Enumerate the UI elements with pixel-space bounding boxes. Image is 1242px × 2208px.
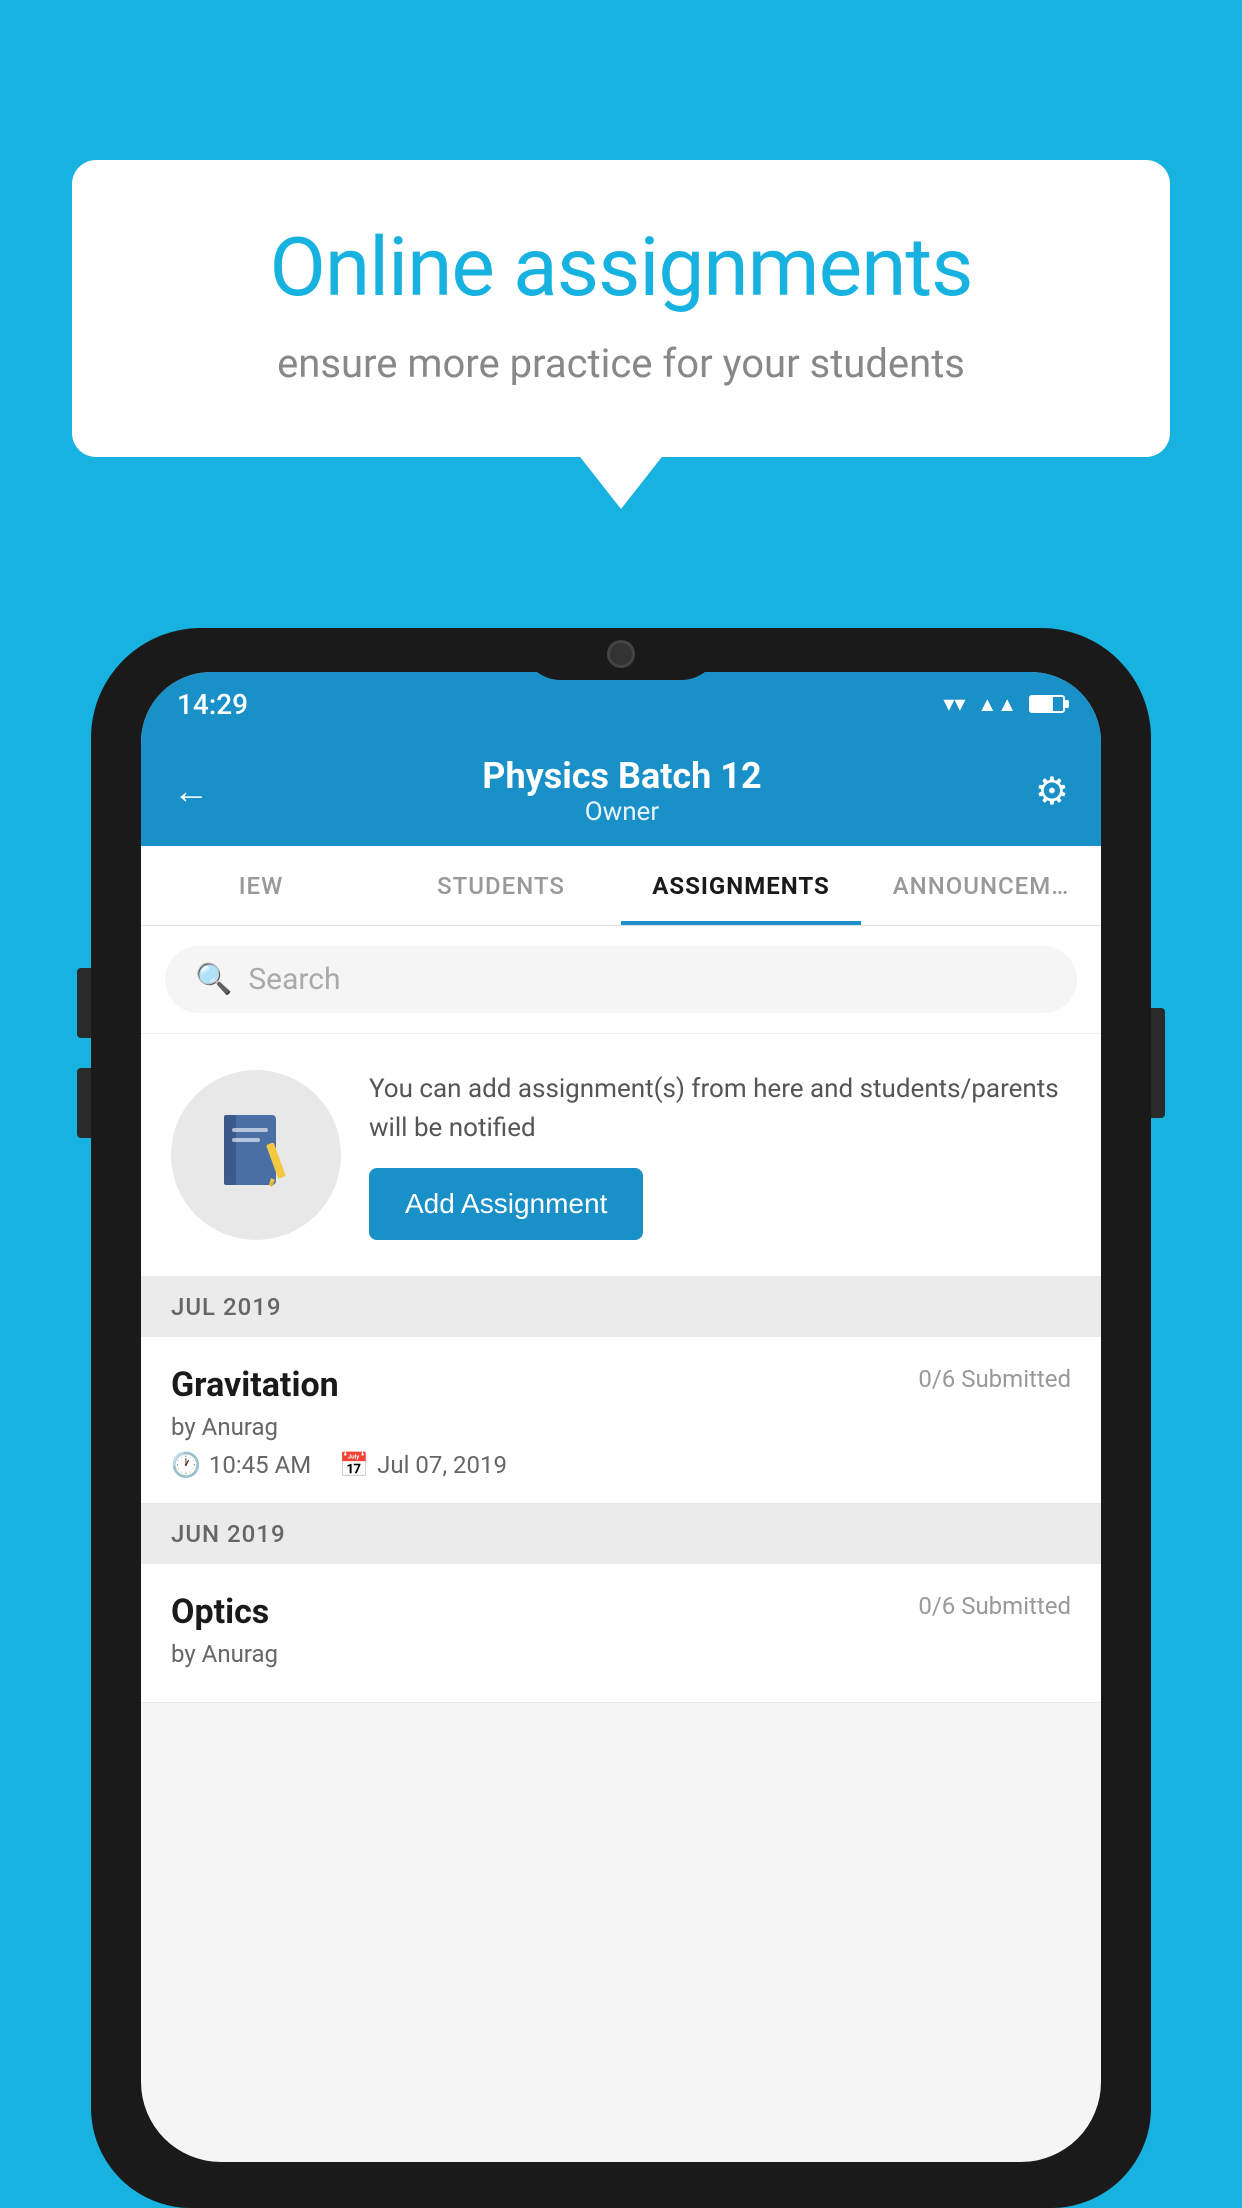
tab-assignments[interactable]: ASSIGNMENTS: [621, 846, 861, 925]
search-bar: 🔍 Search: [141, 926, 1101, 1034]
meta-time-gravitation: 🕐 10:45 AM: [171, 1451, 311, 1479]
assignment-row-top: Gravitation 0/6 Submitted: [171, 1365, 1071, 1405]
assignment-by-gravitation: by Anurag: [171, 1413, 1071, 1441]
app-header: ← Physics Batch 12 Owner ⚙: [141, 736, 1101, 846]
section-jul-label: JUL 2019: [171, 1293, 282, 1321]
battery-fill: [1031, 697, 1053, 711]
search-input-container[interactable]: 🔍 Search: [165, 946, 1077, 1013]
search-input[interactable]: Search: [248, 962, 340, 997]
speech-bubble-container: Online assignments ensure more practice …: [72, 160, 1170, 457]
assignment-name-gravitation: Gravitation: [171, 1365, 339, 1405]
speech-bubble-subtitle: ensure more practice for your students: [142, 340, 1100, 387]
phone-frame: 14:29 ▾▾ ▲▲ ← Physics Batch 12 Owner ⚙ I…: [91, 628, 1151, 2208]
assignment-item-optics[interactable]: Optics 0/6 Submitted by Anurag: [141, 1564, 1101, 1703]
back-button[interactable]: ←: [173, 770, 209, 812]
assignment-date-gravitation: Jul 07, 2019: [377, 1451, 507, 1479]
search-icon: 🔍: [195, 962, 232, 997]
phone-button-power: [1151, 1008, 1165, 1118]
phone-camera: [607, 640, 635, 668]
status-time: 14:29: [177, 688, 248, 721]
assignment-name-optics: Optics: [171, 1592, 269, 1632]
tabs-container: IEW STUDENTS ASSIGNMENTS ANNOUNCEM…: [141, 846, 1101, 926]
phone-button-vol-down: [77, 1068, 91, 1138]
add-assignment-button[interactable]: Add Assignment: [369, 1168, 643, 1240]
content-area: 🔍 Search: [141, 926, 1101, 1703]
tab-students[interactable]: STUDENTS: [381, 846, 621, 925]
header-subtitle: Owner: [209, 797, 1035, 827]
speech-bubble: Online assignments ensure more practice …: [72, 160, 1170, 457]
settings-icon[interactable]: ⚙: [1035, 769, 1069, 814]
speech-bubble-title: Online assignments: [142, 220, 1100, 316]
wifi-icon: ▾▾: [943, 692, 965, 717]
phone-screen: 14:29 ▾▾ ▲▲ ← Physics Batch 12 Owner ⚙ I…: [141, 672, 1101, 2162]
promo-text-area: You can add assignment(s) from here and …: [369, 1070, 1071, 1240]
battery-icon: [1029, 695, 1065, 713]
phone-notch: [521, 628, 721, 680]
section-jun-label: JUN 2019: [171, 1520, 286, 1548]
assignment-row-top-optics: Optics 0/6 Submitted: [171, 1592, 1071, 1632]
promo-banner: You can add assignment(s) from here and …: [141, 1034, 1101, 1277]
header-title-container: Physics Batch 12 Owner: [209, 755, 1035, 827]
notebook-icon: [216, 1110, 296, 1200]
meta-date-gravitation: 📅 Jul 07, 2019: [339, 1451, 507, 1479]
header-title: Physics Batch 12: [209, 755, 1035, 797]
section-jul-2019: JUL 2019: [141, 1277, 1101, 1337]
clock-icon: 🕐: [171, 1451, 201, 1479]
phone-button-vol-up: [77, 968, 91, 1038]
assignment-meta-gravitation: 🕐 10:45 AM 📅 Jul 07, 2019: [171, 1451, 1071, 1479]
calendar-icon: 📅: [339, 1451, 369, 1479]
section-jun-2019: JUN 2019: [141, 1504, 1101, 1564]
assignment-item-gravitation[interactable]: Gravitation 0/6 Submitted by Anurag 🕐 10…: [141, 1337, 1101, 1504]
signal-icon: ▲▲: [977, 692, 1017, 717]
tab-iew[interactable]: IEW: [141, 846, 381, 925]
promo-icon-circle: [171, 1070, 341, 1240]
status-bar: 14:29 ▾▾ ▲▲: [141, 672, 1101, 736]
assignment-by-optics: by Anurag: [171, 1640, 1071, 1668]
tab-announcements[interactable]: ANNOUNCEM…: [861, 846, 1101, 925]
assignment-time-gravitation: 10:45 AM: [209, 1451, 311, 1479]
promo-description: You can add assignment(s) from here and …: [369, 1070, 1071, 1148]
assignment-submitted-optics: 0/6 Submitted: [918, 1592, 1071, 1620]
status-icons: ▾▾ ▲▲: [943, 692, 1065, 717]
assignment-submitted-gravitation: 0/6 Submitted: [918, 1365, 1071, 1393]
